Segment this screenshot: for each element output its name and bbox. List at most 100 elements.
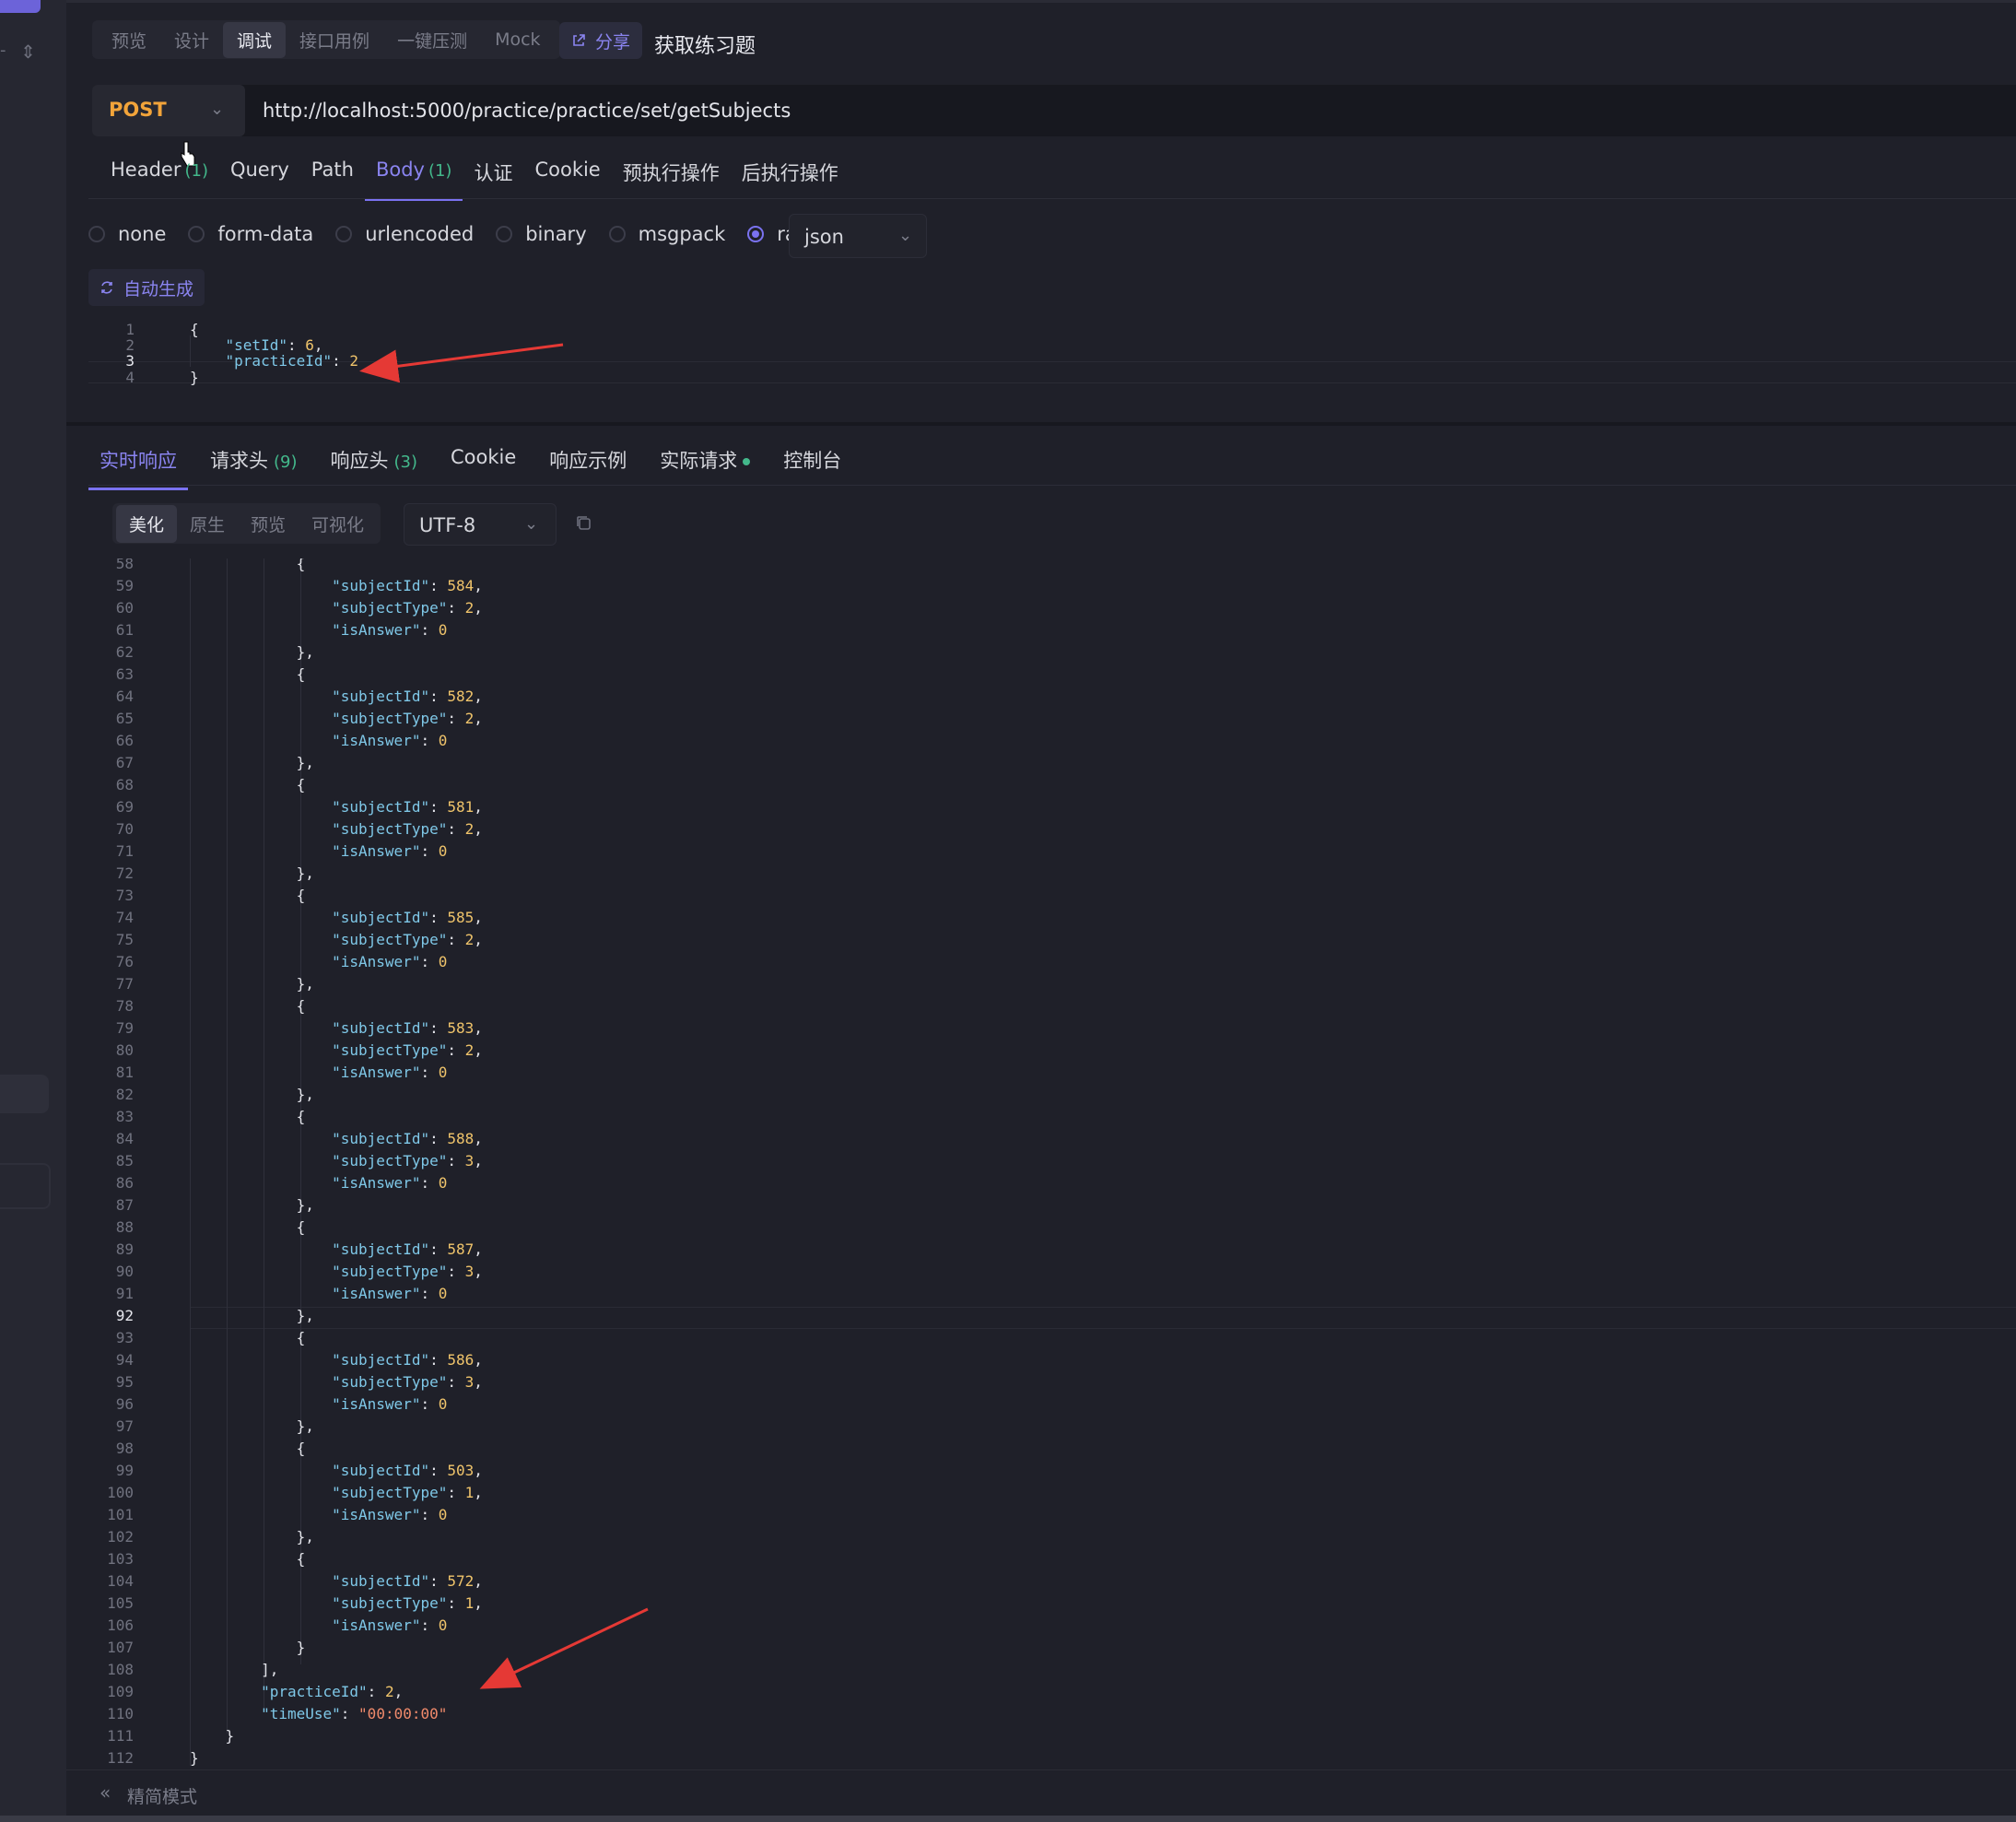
line-number: 75 xyxy=(115,931,134,948)
line-number: 76 xyxy=(115,953,134,970)
method-select[interactable]: POST ⌄ xyxy=(92,85,245,136)
code-line: "subjectId": 583, xyxy=(332,1019,483,1037)
tab-1[interactable]: 预览 xyxy=(98,22,160,58)
auto-generate-button[interactable]: 自动生成 xyxy=(88,269,205,306)
raw-format-select[interactable]: json ⌄ xyxy=(789,214,927,258)
request-tab[interactable]: 认证 xyxy=(463,151,523,201)
code-line: "subjectId": 581, xyxy=(332,798,483,816)
auto-generate-label: 自动生成 xyxy=(123,278,193,300)
body-type-label: none xyxy=(118,223,167,245)
tab-4[interactable]: 接口用例 xyxy=(286,22,383,58)
response-tab[interactable]: 实际请求 xyxy=(649,441,761,490)
expand-collapse-icon[interactable]: ⇕ xyxy=(20,41,36,63)
body-type-label: msgpack xyxy=(638,223,726,245)
body-type-radio[interactable]: none xyxy=(88,223,166,245)
refresh-icon xyxy=(101,281,112,294)
tab-5[interactable]: 一键压测 xyxy=(383,22,481,58)
api-title: 获取练习题 xyxy=(654,35,756,58)
tab-2[interactable]: 设计 xyxy=(160,22,223,58)
radio-circle xyxy=(608,226,626,242)
method-label: POST xyxy=(109,99,167,121)
line-number: 103 xyxy=(107,1550,134,1568)
request-tab[interactable]: 后执行操作 xyxy=(731,151,850,201)
url-bar: POST ⌄ http://localhost:5000/practice/pr… xyxy=(92,85,2016,136)
top-divider xyxy=(66,0,2016,3)
response-tab[interactable]: 响应头 (3) xyxy=(320,441,429,490)
copy-icon[interactable] xyxy=(573,512,595,535)
response-tab-count: (3) xyxy=(393,453,418,472)
encoding-select[interactable]: UTF-8 ⌄ xyxy=(404,503,557,546)
line-number: 93 xyxy=(115,1329,134,1346)
line-number: 96 xyxy=(115,1395,134,1413)
code-line: "isAnswer": 0 xyxy=(332,732,448,749)
tab-6[interactable]: Mock xyxy=(481,24,554,55)
view-tab[interactable]: 原生 xyxy=(177,505,238,543)
code-line: "isAnswer": 0 xyxy=(332,621,448,639)
share-icon xyxy=(573,34,585,46)
code-line: { xyxy=(190,321,199,338)
radio-circle xyxy=(496,226,513,242)
response-body-viewer[interactable]: 58 {59 "subjectId": 584, 60 "subjectType"… xyxy=(88,558,2016,1766)
request-tab[interactable]: Header (1) xyxy=(100,151,219,201)
code-line: "subjectType": 1, xyxy=(332,1484,483,1501)
body-type-radio[interactable]: binary xyxy=(496,223,587,245)
line-number: 4 xyxy=(125,368,135,386)
request-tab[interactable]: Path xyxy=(300,151,365,201)
line-number: 58 xyxy=(115,558,134,572)
encoding-label: UTF-8 xyxy=(419,514,476,536)
code-line: }, xyxy=(190,1307,314,1324)
request-tab-label: Cookie xyxy=(534,159,601,181)
tab-3[interactable]: 调试 xyxy=(223,21,287,58)
request-tab-label: 认证 xyxy=(474,162,513,184)
chevron-down-icon: ⌄ xyxy=(898,226,913,245)
request-tab[interactable]: Cookie xyxy=(523,151,611,201)
view-tab[interactable]: 预览 xyxy=(238,505,299,543)
code-line: "isAnswer": 0 xyxy=(332,1506,448,1523)
code-line: "subjectId": 586, xyxy=(332,1351,483,1369)
body-type-radio[interactable]: msgpack xyxy=(608,223,726,245)
body-type-radio[interactable]: form-data xyxy=(188,223,313,245)
body-type-radios: noneform-dataurlencodedbinarymsgpackraw xyxy=(88,223,835,245)
code-line: "isAnswer": 0 xyxy=(332,953,448,970)
line-number: 111 xyxy=(107,1727,134,1745)
line-number: 72 xyxy=(115,864,134,882)
line-number: 74 xyxy=(115,909,134,926)
body-type-radio[interactable]: urlencoded xyxy=(335,223,474,245)
double-chevron-left-icon[interactable]: « xyxy=(100,1781,111,1804)
code-line: "subjectType": 2, xyxy=(332,820,483,838)
response-tab[interactable]: 实时响应 xyxy=(88,441,188,490)
code-line: "subjectType": 2, xyxy=(332,931,483,948)
code-line: ], xyxy=(190,1661,279,1678)
line-number: 98 xyxy=(115,1440,134,1457)
radio-circle xyxy=(188,226,205,242)
api-debug-panel: 预览 设计 调试 接口用例 一键压测 Mock 分享 获取练习题 POST ⌄ http:… xyxy=(66,0,2016,1822)
request-body-editor[interactable]: 1 {2 "setId": 6, 3 "practiceId": 2 4} xyxy=(88,317,2016,409)
response-tab[interactable]: 请求头 (9) xyxy=(199,441,309,490)
request-tab[interactable]: 预执行操作 xyxy=(612,151,731,201)
current-line-highlight xyxy=(88,361,2016,383)
view-tab[interactable]: 可视化 xyxy=(299,505,377,543)
code-line: "isAnswer": 0 xyxy=(332,1064,448,1081)
compact-mode-toggle[interactable]: 精简模式 xyxy=(127,1783,197,1808)
response-tab-label: 实时响应 xyxy=(100,450,177,472)
body-type-label: form-data xyxy=(217,223,314,245)
line-number: 61 xyxy=(115,621,134,639)
line-number: 90 xyxy=(115,1263,134,1280)
collapse-dash-icon[interactable]: - xyxy=(0,41,6,60)
view-tab[interactable]: 美化 xyxy=(116,504,178,543)
line-number: 63 xyxy=(115,665,134,683)
line-number: 106 xyxy=(107,1616,134,1634)
url-input[interactable]: http://localhost:5000/practice/practice/… xyxy=(263,100,791,122)
code-line: "subjectType": 3, xyxy=(332,1263,483,1280)
request-tab[interactable]: Query xyxy=(219,151,300,201)
response-tab[interactable]: 控制台 xyxy=(772,441,852,490)
request-tab[interactable]: Body (1) xyxy=(364,151,463,201)
line-number: 78 xyxy=(115,997,134,1015)
share-button[interactable]: 分享 xyxy=(559,22,642,59)
response-tab[interactable]: Cookie xyxy=(440,441,527,490)
line-number: 70 xyxy=(115,820,134,838)
sidebar-selected-item[interactable] xyxy=(0,1075,49,1113)
code-line: "subjectType": 2, xyxy=(332,1041,483,1059)
sidebar-item[interactable] xyxy=(0,1163,51,1209)
response-tab[interactable]: 响应示例 xyxy=(538,441,638,490)
